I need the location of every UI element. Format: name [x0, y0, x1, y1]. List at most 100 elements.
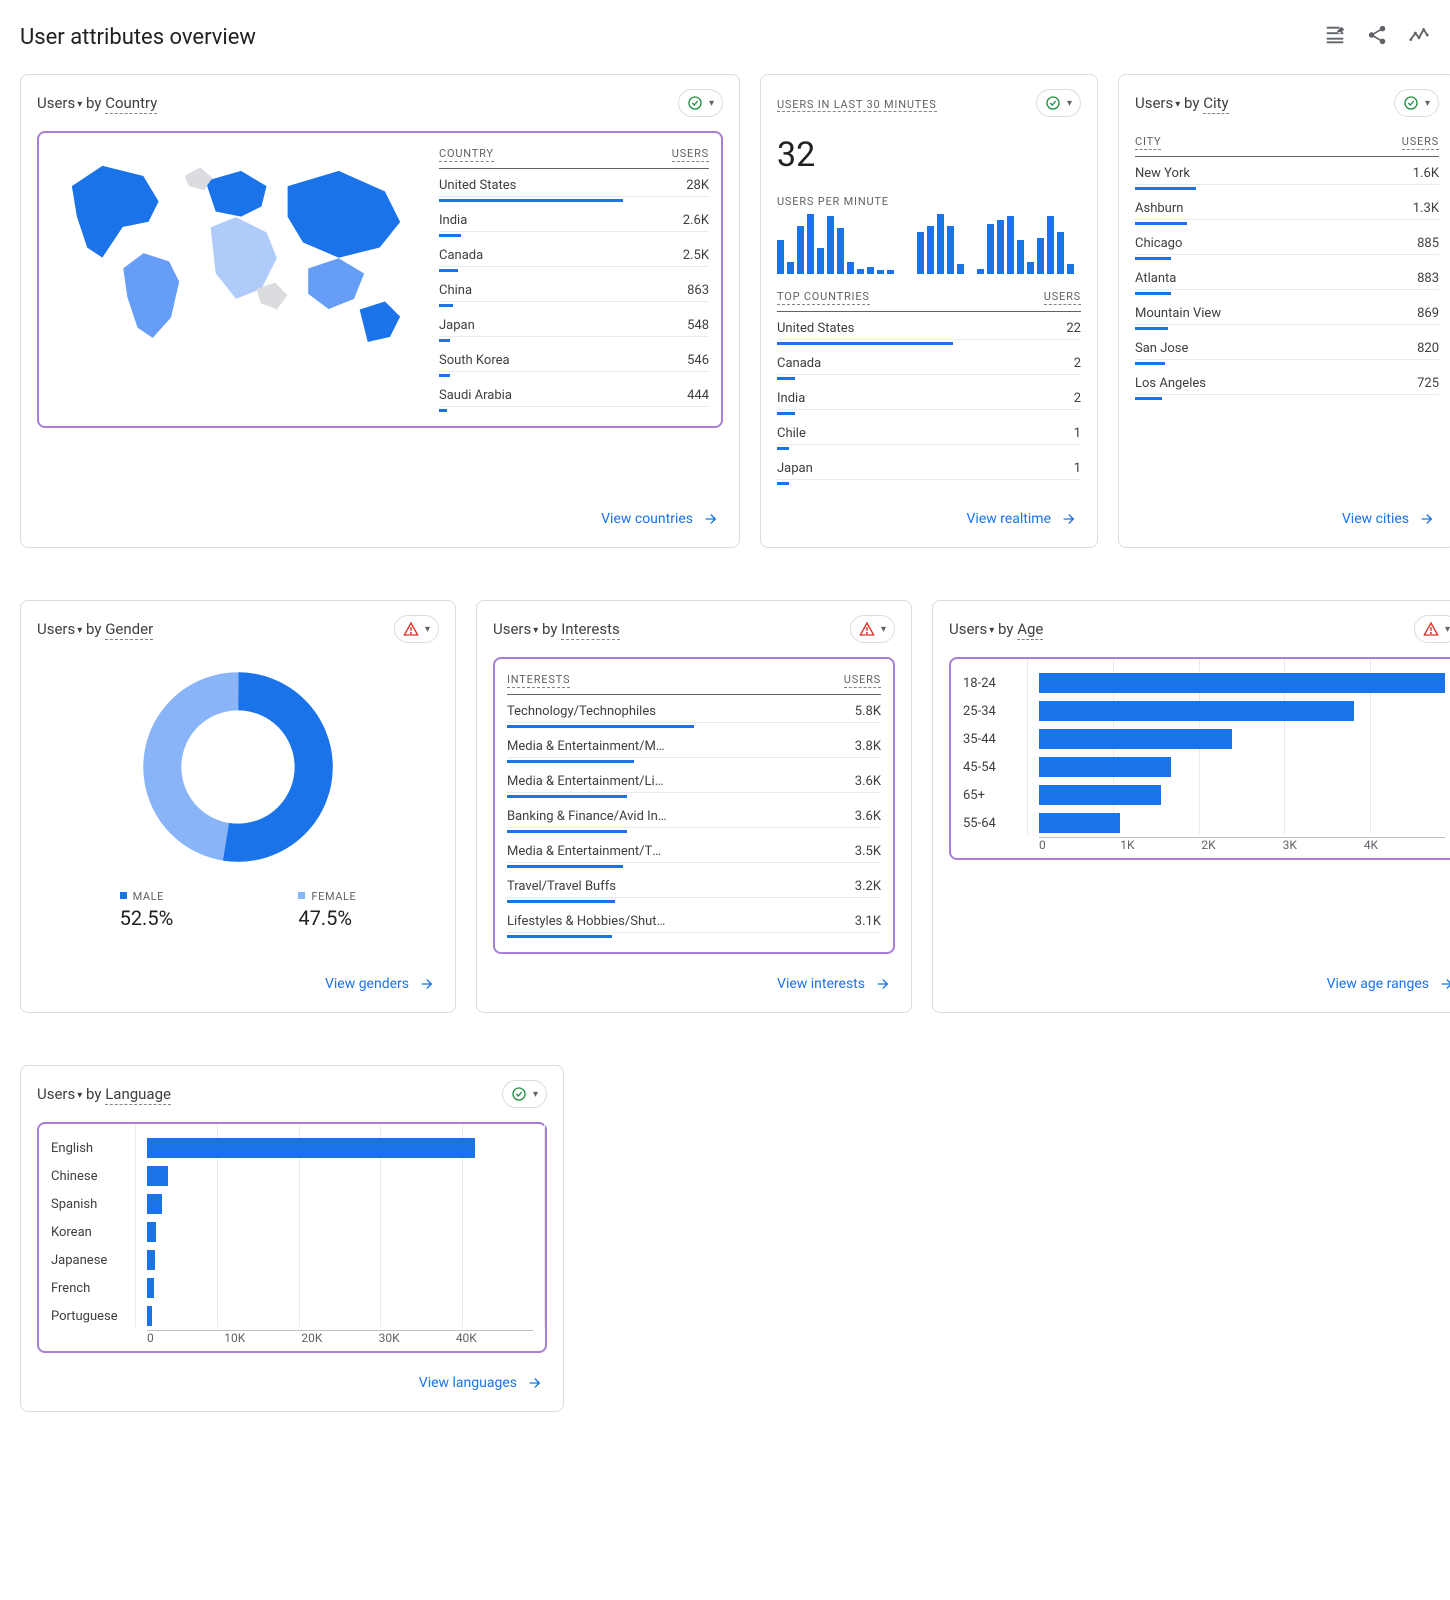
card-users-by-language: Users▾ by Language ▾ EnglishChineseSpani…	[20, 1065, 564, 1412]
realtime-bar	[1027, 262, 1034, 274]
bar-row: Spanish	[51, 1190, 533, 1218]
status-chip-city[interactable]: ▾	[1394, 89, 1439, 117]
realtime-bar	[877, 270, 884, 274]
table-row[interactable]: Canada2.5K	[439, 241, 709, 272]
chevron-down-icon: ▾	[881, 624, 886, 635]
table-row[interactable]: Ashburn1.3K	[1135, 194, 1439, 225]
table-row[interactable]: Technology/Technophiles5.8K	[507, 697, 881, 728]
table-row[interactable]: Saudi Arabia444	[439, 381, 709, 412]
table-row[interactable]: Atlanta883	[1135, 264, 1439, 295]
table-row[interactable]: China863	[439, 276, 709, 307]
table-row[interactable]: Banking & Finance/Avid Inve…3.6K	[507, 802, 881, 833]
view-genders-link[interactable]: View genders	[325, 976, 435, 992]
share-icon[interactable]	[1366, 24, 1388, 50]
realtime-bar	[927, 226, 934, 274]
table-row[interactable]: New York1.6K	[1135, 159, 1439, 190]
realtime-bar	[1047, 216, 1054, 274]
bar-row: French	[51, 1274, 533, 1302]
bar-row: 65+	[963, 781, 1445, 809]
th-top-countries[interactable]: TOP COUNTRIES	[777, 290, 870, 305]
realtime-bar	[1037, 238, 1044, 274]
realtime-bar-chart	[777, 214, 1081, 274]
card-title-language[interactable]: Users▾ by Language	[37, 1085, 171, 1103]
view-realtime-link[interactable]: View realtime	[967, 511, 1077, 527]
bar-row: Portuguese	[51, 1302, 533, 1330]
status-chip-gender[interactable]: ▾	[394, 615, 439, 643]
view-ages-link[interactable]: View age ranges	[1327, 976, 1450, 992]
table-row[interactable]: Mountain View869	[1135, 299, 1439, 330]
card-users-by-country: Users▾ by Country ▾	[20, 74, 740, 548]
view-languages-link[interactable]: View languages	[419, 1375, 543, 1391]
status-chip-realtime[interactable]: ▾	[1036, 89, 1081, 117]
card-title-interests[interactable]: Users▾ by Interests	[493, 620, 620, 638]
table-row[interactable]: Japan1	[777, 454, 1081, 485]
bar-row: Japanese	[51, 1246, 533, 1274]
chevron-down-icon: ▾	[1067, 98, 1072, 109]
realtime-bar	[857, 269, 864, 274]
bar-row: English	[51, 1134, 533, 1162]
table-row[interactable]: Travel/Travel Buffs3.2K	[507, 872, 881, 903]
card-title-age[interactable]: Users▾ by Age	[949, 620, 1043, 638]
realtime-bar	[937, 214, 944, 274]
realtime-bar	[827, 216, 834, 274]
th-users[interactable]: USERS	[1402, 135, 1439, 150]
customize-icon[interactable]	[1324, 24, 1346, 50]
table-row[interactable]: South Korea546	[439, 346, 709, 377]
th-interests[interactable]: INTERESTS	[507, 673, 570, 688]
th-users[interactable]: USERS	[1044, 290, 1081, 305]
bar-row: 55-64	[963, 809, 1445, 837]
view-cities-link[interactable]: View cities	[1342, 511, 1435, 527]
table-row[interactable]: Los Angeles725	[1135, 369, 1439, 400]
status-chip-country[interactable]: ▾	[678, 89, 723, 117]
axis-tick: 3K	[1283, 838, 1364, 852]
page-title: User attributes overview	[20, 25, 256, 50]
table-row[interactable]: India2.6K	[439, 206, 709, 237]
world-map[interactable]	[51, 143, 421, 373]
card-title-gender[interactable]: Users▾ by Gender	[37, 620, 153, 638]
table-row[interactable]: Chile1	[777, 419, 1081, 450]
table-row[interactable]: United States28K	[439, 171, 709, 202]
bar-row: Chinese	[51, 1162, 533, 1190]
realtime-perminute-label: USERS PER MINUTE	[777, 195, 1081, 208]
status-chip-language[interactable]: ▾	[502, 1080, 547, 1108]
th-country[interactable]: COUNTRY	[439, 147, 494, 162]
realtime-bar	[1007, 216, 1014, 274]
realtime-bar	[867, 267, 874, 274]
card-title-city[interactable]: Users▾ by City	[1135, 94, 1229, 112]
header-actions	[1324, 24, 1430, 50]
view-countries-link[interactable]: View countries	[601, 511, 719, 527]
th-users[interactable]: USERS	[844, 673, 881, 688]
page-header: User attributes overview	[20, 16, 1430, 74]
view-interests-link[interactable]: View interests	[777, 976, 891, 992]
table-row[interactable]: United States22	[777, 314, 1081, 345]
realtime-bar	[1017, 240, 1024, 274]
realtime-bar	[797, 226, 804, 274]
table-row[interactable]: Japan548	[439, 311, 709, 342]
table-row[interactable]: San Jose820	[1135, 334, 1439, 365]
realtime-bar	[787, 262, 794, 274]
table-row[interactable]: Chicago885	[1135, 229, 1439, 260]
legend-male: MALE 52.5%	[120, 889, 174, 930]
table-row[interactable]: Media & Entertainment/Ligh…3.6K	[507, 767, 881, 798]
axis-tick: 4K	[1364, 838, 1445, 852]
card-users-by-city: Users▾ by City ▾ CITY USERS New York1.6K…	[1118, 74, 1450, 548]
th-users[interactable]: USERS	[672, 147, 709, 162]
table-row[interactable]: Media & Entertainment/Movi…3.8K	[507, 732, 881, 763]
status-chip-age[interactable]: ▾	[1414, 615, 1450, 643]
table-row[interactable]: Canada2	[777, 349, 1081, 380]
table-row[interactable]: India2	[777, 384, 1081, 415]
realtime-bar	[837, 228, 844, 274]
card-users-by-age: Users▾ by Age ▾ 18-2425-3435-4445-5465+5…	[932, 600, 1450, 1013]
insights-icon[interactable]	[1408, 24, 1430, 50]
realtime-users-count: 32	[777, 135, 1081, 175]
bar-row: 35-44	[963, 725, 1445, 753]
card-realtime: USERS IN LAST 30 MINUTES ▾ 32 USERS PER …	[760, 74, 1098, 548]
th-city[interactable]: CITY	[1135, 135, 1161, 150]
realtime-bar	[1067, 264, 1074, 274]
language-chart: EnglishChineseSpanishKoreanJapaneseFrenc…	[37, 1122, 547, 1353]
table-row[interactable]: Lifestyles & Hobbies/Shutter…3.1K	[507, 907, 881, 938]
status-chip-interests[interactable]: ▾	[850, 615, 895, 643]
table-row[interactable]: Media & Entertainment/TV L…3.5K	[507, 837, 881, 868]
card-title-country[interactable]: Users▾ by Country	[37, 94, 157, 112]
axis-tick: 40K	[456, 1331, 533, 1345]
